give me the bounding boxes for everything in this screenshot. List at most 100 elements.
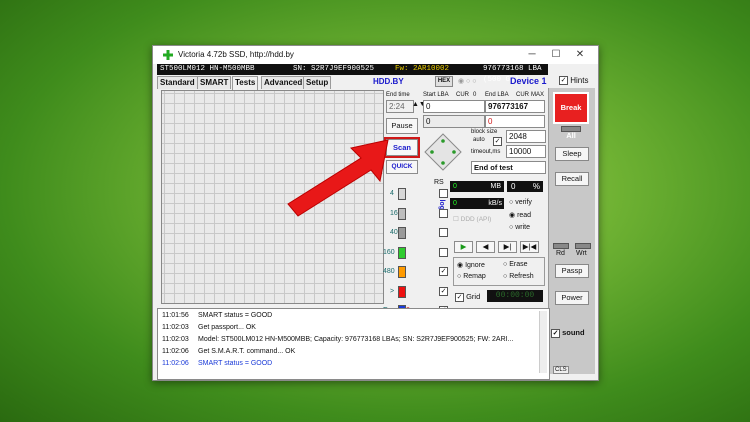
drive-firmware: Fw: 2AR10002 <box>395 65 450 73</box>
block-legend-label: 480 <box>383 268 395 275</box>
speed-display: 0 kB/s <box>450 198 504 209</box>
pause-button[interactable]: Pause <box>386 118 418 134</box>
start-lba-zero: 0 <box>473 92 477 98</box>
maximize-button[interactable]: ☐ <box>545 48 567 62</box>
block-legend-label: > <box>390 287 395 295</box>
check-icon: ✓ <box>559 76 568 86</box>
block-color-swatch <box>398 227 406 239</box>
sleep-button[interactable]: Sleep <box>555 147 589 161</box>
hints-checkbox[interactable]: ✓ Hints <box>559 76 589 86</box>
log-scrollbar[interactable] <box>539 311 547 373</box>
tab-smart[interactable]: SMART <box>197 76 232 89</box>
speed-value: 0 <box>453 200 457 207</box>
log-line: 11:02:06 SMART status = GOOD <box>162 360 272 367</box>
block-color-swatch <box>398 266 406 278</box>
timeout-select[interactable]: 10000 <box>506 145 546 158</box>
tab-standard[interactable]: Standard <box>157 76 198 89</box>
speed-unit: kB/s <box>488 200 502 207</box>
log-text: SMART status = GOOD <box>198 312 273 319</box>
drive-serial: SN: S2R7J9EF900525 <box>293 65 375 73</box>
block-color-swatch <box>398 285 406 298</box>
block-log-checkbox[interactable]: ✓ <box>439 267 448 276</box>
mb-display: 0 MB <box>450 181 504 192</box>
status-indicator <box>561 126 581 132</box>
tab-tests[interactable]: Tests <box>232 76 259 90</box>
log-line: 11:02:03 Get passport... OK <box>162 324 256 331</box>
rewind-icon[interactable]: ◀ <box>476 241 495 253</box>
refresh-radio[interactable]: ○ Refresh <box>503 273 534 280</box>
end-lba-label: End LBA <box>485 92 509 98</box>
end-time-label: End time <box>386 92 410 98</box>
ddd-api-checkbox[interactable]: ☐ DDD (API) <box>453 215 491 223</box>
block-color-swatch <box>398 207 406 220</box>
block-size-auto: auto <box>473 137 485 143</box>
hints-label: Hints <box>570 76 589 85</box>
log-panel: 11:01:56 SMART status = GOOD 11:02:03 Get p… <box>157 308 550 380</box>
end-lba-cur: CUR <box>516 92 529 98</box>
check-icon: ✓ <box>455 292 464 302</box>
wrt-label: Wrt <box>576 250 587 257</box>
tab-setup[interactable]: Setup <box>303 76 332 89</box>
scan-button[interactable]: Scan <box>384 137 420 158</box>
close-button[interactable]: ✕ <box>569 48 591 62</box>
remap-radio[interactable]: ○ Remap <box>457 273 486 280</box>
erase-radio[interactable]: ○ Erase <box>503 261 527 268</box>
block-log-checkbox[interactable] <box>439 247 448 257</box>
play-icon[interactable]: ▶ <box>454 241 473 253</box>
drive-model: ST500LM012 HN-M500MBB <box>160 65 255 73</box>
direction-pad-icon[interactable] <box>423 132 463 172</box>
sound-label: sound <box>562 328 585 337</box>
power-button[interactable]: Power <box>555 291 589 305</box>
drive-info-bar: ST500LM012 HN-M500MBB SN: S2R7J9EF900525… <box>157 64 548 84</box>
log-time: 11:01:56 <box>162 312 189 319</box>
end-time-field[interactable]: 2:24 <box>386 100 414 113</box>
block-size-label: block size <box>471 129 498 135</box>
erase-label: Erase <box>509 261 528 268</box>
start-lba-cur: CUR <box>456 92 469 98</box>
passp-button[interactable]: Passp <box>555 264 589 278</box>
timer-display: 00:00:00 <box>487 290 543 302</box>
verify-radio[interactable]: ○ verify <box>509 199 532 206</box>
refresh-label: Refresh <box>509 273 534 280</box>
window-title: Victoria 4.72b SSD, http://hdd.by <box>178 50 294 59</box>
ignore-label: Ignore <box>465 262 485 269</box>
block-log-checkbox[interactable] <box>439 208 448 218</box>
app-cross-icon <box>163 50 173 60</box>
minimize-button[interactable]: ─ <box>521 48 543 62</box>
block-color-swatch <box>398 188 406 200</box>
skip-icon[interactable]: ▶| <box>498 241 517 253</box>
quick-button[interactable]: QUICK <box>386 160 418 174</box>
tab-advanced[interactable]: Advanced <box>261 76 306 89</box>
end-lba-max: MAX <box>531 92 545 98</box>
hex-button[interactable]: HEX <box>435 76 453 87</box>
end-of-test-select[interactable]: End of test <box>471 161 546 174</box>
grid-checkbox[interactable]: ✓ Grid <box>455 292 480 302</box>
log-line: 11:02:03 Model: ST500LM012 HN-M500MBB; Ca… <box>162 336 513 343</box>
read-radio[interactable]: ◉ read <box>509 211 531 219</box>
timeout-label: timeout,ms <box>471 149 501 155</box>
device-label: Device 1 <box>510 76 547 86</box>
cls-button[interactable]: CLS <box>553 366 569 374</box>
block-log-checkbox[interactable]: ✓ <box>439 286 448 296</box>
start-lba-input[interactable]: 0 <box>423 100 485 113</box>
block-log-checkbox[interactable] <box>439 189 448 198</box>
log-line: 11:02:06 Get S.M.A.R.T. command... OK <box>162 348 295 355</box>
block-legend-label: 160 <box>383 248 395 256</box>
write-radio[interactable]: ○ write <box>509 224 530 231</box>
auto-checkbox[interactable]: ✓ <box>493 137 502 146</box>
ignore-radio[interactable]: ◉ Ignore <box>457 261 485 269</box>
sound-checkbox[interactable]: ✓ sound <box>551 328 585 338</box>
end-lba-input[interactable]: 976773167 <box>485 100 545 113</box>
read-label: read <box>517 212 532 219</box>
verify-label: verify <box>515 199 532 206</box>
end-icon[interactable]: ▶|◀ <box>520 241 539 253</box>
block-size-select[interactable]: 2048 <box>506 130 546 143</box>
log-text: SMART status = GOOD <box>198 360 273 367</box>
break-all-button[interactable]: Break All <box>553 92 589 140</box>
hdd-by-link[interactable]: HDD.BY <box>373 77 404 86</box>
recall-button[interactable]: Recall <box>555 172 589 186</box>
percent-unit: % <box>532 182 540 191</box>
block-log-checkbox[interactable] <box>439 228 448 237</box>
start-lba-current: 0 <box>423 115 485 128</box>
percent-value: 0 <box>511 182 516 191</box>
